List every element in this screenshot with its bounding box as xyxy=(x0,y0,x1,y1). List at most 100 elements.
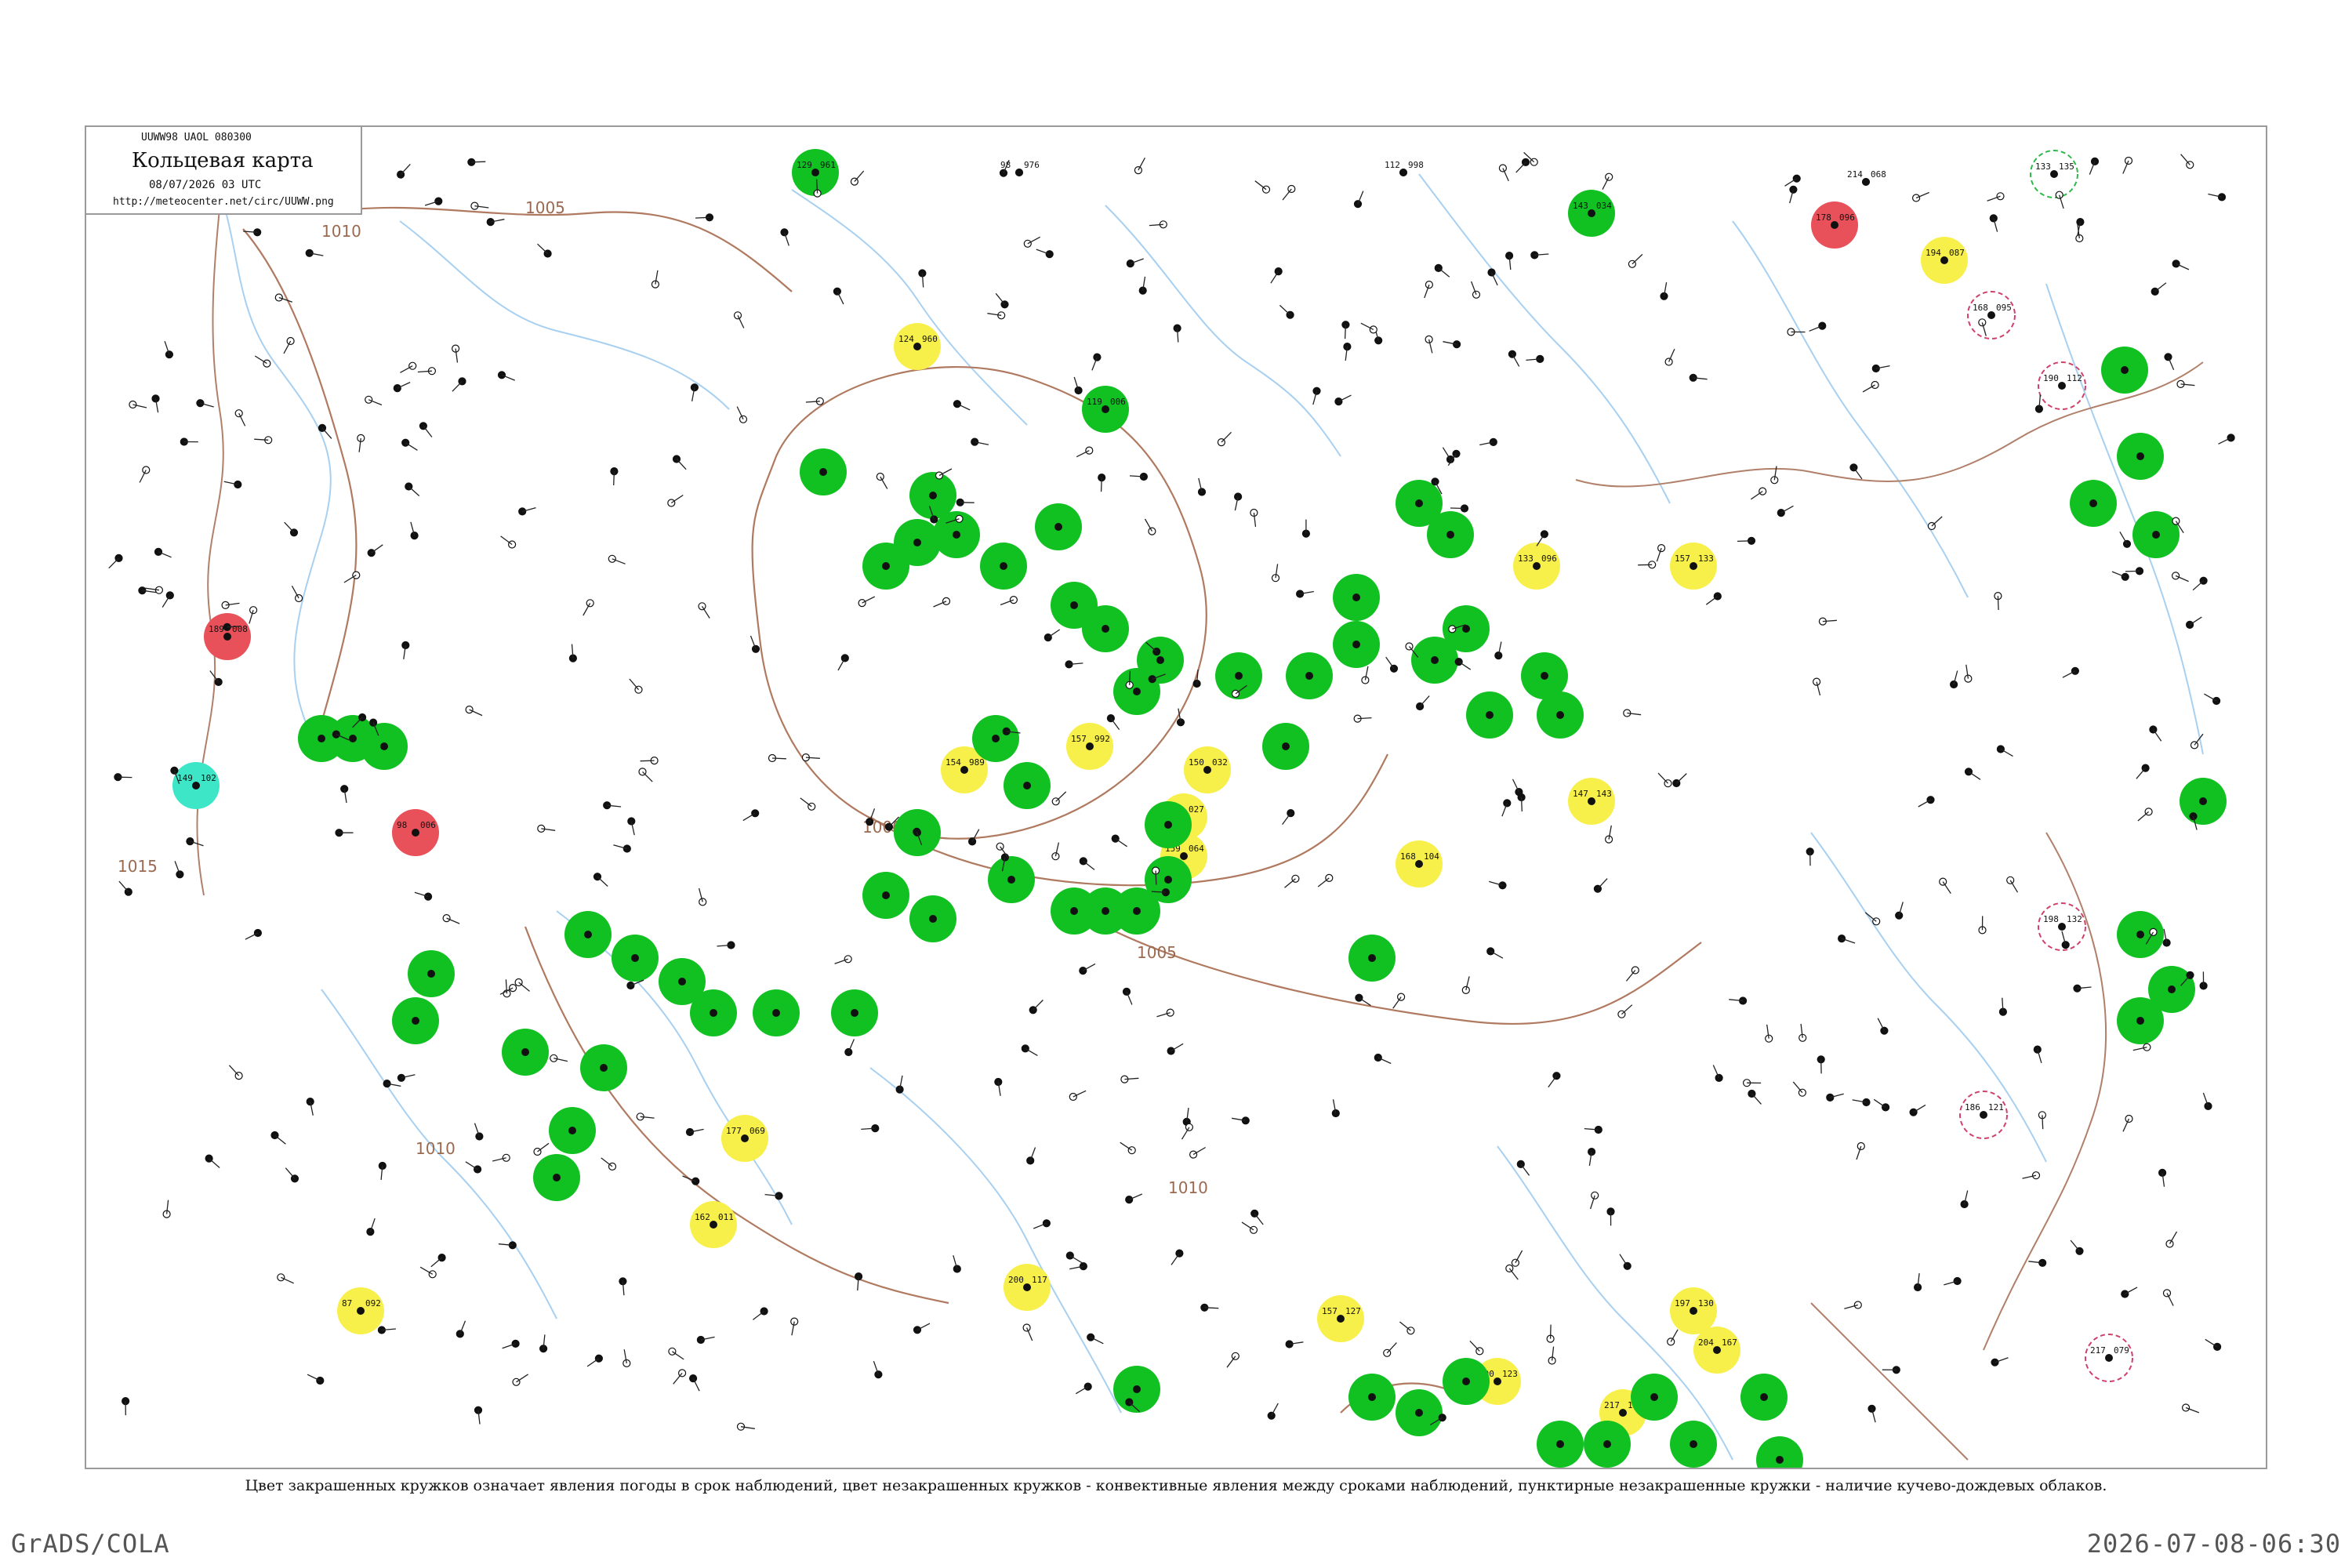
station-dot xyxy=(2050,170,2058,178)
station-dot xyxy=(1203,766,1211,774)
station-dot xyxy=(1070,907,1078,915)
wind-barb xyxy=(254,355,267,365)
station-dot xyxy=(992,735,1000,742)
isobar-label: 1010 xyxy=(416,1139,456,1158)
station-dot xyxy=(1023,1283,1031,1291)
wind-barb xyxy=(1171,1043,1184,1052)
wind-barb xyxy=(1913,1104,1926,1113)
station-dot xyxy=(2089,499,2097,507)
station-dot xyxy=(1987,311,1995,319)
station-dot xyxy=(223,633,231,641)
station-value: 167 xyxy=(1722,1338,1737,1348)
isobar-label: 1010 xyxy=(321,222,361,241)
station-dot xyxy=(1862,178,1870,186)
station-value: 157 xyxy=(1322,1306,1338,1316)
wind-barb xyxy=(1438,267,1450,278)
station-dot xyxy=(1588,797,1595,805)
station-dot xyxy=(1305,672,1313,680)
wind-barb xyxy=(423,425,433,437)
station-dot xyxy=(176,870,184,879)
wind-barb xyxy=(118,880,129,893)
station-dot xyxy=(1926,796,1935,804)
wind-barb xyxy=(640,760,655,762)
station-dot xyxy=(678,978,686,985)
station-dot xyxy=(2199,797,2207,805)
wind-barb xyxy=(597,876,608,887)
station-dot xyxy=(1133,688,1141,695)
wind-barb xyxy=(371,544,383,554)
wind-barb xyxy=(629,678,639,691)
station-value: 011 xyxy=(718,1212,734,1222)
wind-barb xyxy=(1120,1142,1133,1151)
station-marker xyxy=(1756,1436,1803,1468)
wind-barb xyxy=(1621,1004,1633,1015)
wind-barb xyxy=(2154,282,2167,292)
wind-barb xyxy=(771,757,786,760)
station-dot xyxy=(710,1221,717,1229)
station-dot xyxy=(465,705,474,714)
station-value: 117 xyxy=(1032,1275,1047,1285)
station-value: 190 xyxy=(2043,373,2059,383)
station-value: 096 xyxy=(1839,212,1855,223)
wind-barb xyxy=(2125,570,2140,572)
station-value: 200 xyxy=(1008,1275,1024,1285)
wind-barb xyxy=(285,1167,296,1179)
wind-barb xyxy=(1458,661,1472,670)
station-dot xyxy=(1619,1409,1627,1417)
station-dot xyxy=(1180,852,1188,860)
station-dot xyxy=(819,468,827,476)
title-box: UUWW98 UAOL 080300 Кольцевая карта 08/07… xyxy=(86,127,362,215)
isobar-labels: 1010 1005 1000 1005 1010 1010 1015 xyxy=(118,198,1208,1197)
station-dot xyxy=(1352,641,1360,648)
station-dot xyxy=(1462,1377,1470,1385)
wind-barb xyxy=(1282,812,1291,825)
wind-barb xyxy=(1508,1268,1519,1280)
station-dot xyxy=(277,1273,285,1282)
station-dot xyxy=(1102,907,1109,915)
wind-barb xyxy=(673,1372,683,1385)
wind-barb xyxy=(228,1065,240,1076)
wind-barb xyxy=(518,982,530,992)
station-value: 092 xyxy=(365,1298,381,1308)
station-dot xyxy=(1054,523,1062,531)
station-dot xyxy=(1415,499,1423,507)
station-dot xyxy=(349,735,357,742)
station-dot xyxy=(1690,1307,1697,1315)
wind-barb xyxy=(1254,180,1267,191)
wind-barb xyxy=(1344,325,1347,339)
station-dot xyxy=(1978,318,1987,327)
station-dot xyxy=(318,735,325,742)
wind-barb xyxy=(1392,996,1402,1009)
station-dot xyxy=(1486,711,1494,719)
station-dot xyxy=(1085,446,1094,455)
station-value: 027 xyxy=(1189,804,1204,815)
wind-barb xyxy=(1055,791,1067,802)
wind-barb xyxy=(1968,771,1981,780)
wind-barb xyxy=(695,216,710,219)
wind-barb xyxy=(1931,516,1943,527)
wind-barb xyxy=(1515,162,1526,173)
station-dot xyxy=(1156,656,1164,664)
station-dot xyxy=(1431,656,1439,664)
wind-barb xyxy=(537,1142,550,1152)
station-dot xyxy=(1023,782,1031,789)
station-dot xyxy=(1657,543,1666,553)
station-value: 992 xyxy=(1094,734,1110,744)
station-dot xyxy=(1086,742,1094,750)
station-value: 960 xyxy=(922,334,938,344)
station-dot xyxy=(1235,672,1243,680)
station-value: 129 xyxy=(797,160,812,170)
wind-barb xyxy=(1853,466,1863,480)
station-dot xyxy=(1498,881,1507,890)
station-value: 186 xyxy=(1965,1102,1980,1112)
wind-barb xyxy=(1419,695,1430,707)
station-dot xyxy=(1102,625,1109,633)
wind-barb xyxy=(676,459,687,470)
station-value: 133 xyxy=(1518,554,1534,564)
station-dot xyxy=(1940,256,1948,264)
wind-barb xyxy=(1192,1146,1206,1156)
station-dot xyxy=(1446,531,1454,539)
station-dot xyxy=(521,1048,529,1056)
wind-barb xyxy=(1385,656,1395,670)
station-value: 150 xyxy=(1189,757,1204,768)
